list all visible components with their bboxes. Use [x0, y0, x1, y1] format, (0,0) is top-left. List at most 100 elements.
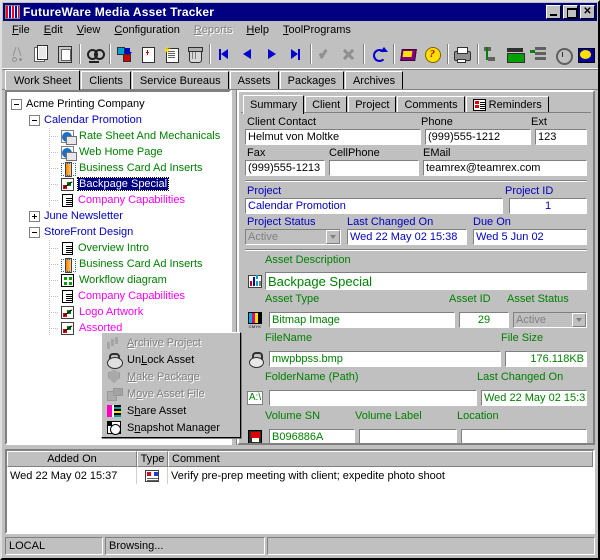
tab-work-sheet[interactable]: Work Sheet [5, 70, 81, 90]
toolbar-new-asset-button[interactable] [160, 43, 182, 67]
menu-configuration[interactable]: Configuration [107, 22, 186, 38]
foldername-input[interactable] [269, 390, 477, 406]
menu-help[interactable]: Help [239, 22, 276, 38]
floppy-disk-icon [245, 428, 265, 443]
collapse-minus-icon[interactable] [29, 114, 40, 126]
toolbar-last-record-button[interactable] [284, 43, 306, 67]
asset-status-select[interactable]: Active [513, 312, 587, 328]
tree-item-business-card-ad-inserts[interactable]: Business Card Ad Inserts [11, 256, 229, 273]
comments-column-comment[interactable]: Comment [168, 451, 593, 467]
toolbar-cancel-button[interactable] [337, 43, 359, 67]
minimize-button[interactable] [546, 5, 561, 19]
client-contact-input[interactable]: Helmut von Moltke [245, 129, 421, 145]
toolbar-copy-button[interactable] [29, 43, 51, 67]
collapse-minus-icon[interactable] [11, 98, 22, 110]
detail-tab-client[interactable]: Client [305, 96, 348, 113]
toolbar-outline-button[interactable] [527, 43, 549, 67]
menu-view[interactable]: View [70, 22, 108, 38]
toolbar-address-book-button[interactable] [397, 43, 419, 67]
menu-file[interactable]: File [5, 22, 37, 38]
tree-item-workflow-diagram[interactable]: Workflow diagram [11, 272, 229, 288]
tab-assets[interactable]: Assets [229, 71, 279, 89]
toolbar-refresh-button[interactable] [367, 43, 389, 67]
cellphone-input[interactable] [329, 160, 419, 176]
tab-packages[interactable]: Packages [279, 71, 344, 89]
context-menu-unlock-asset[interactable]: UnLock Asset [103, 351, 239, 369]
tab-service-bureaus[interactable]: Service Bureaus [131, 71, 229, 89]
tree-item-overview-intro[interactable]: Overview Intro [11, 240, 229, 256]
toolbar-help-button[interactable]: ? [421, 43, 443, 67]
tree-item-web-home-page[interactable]: Web Home Page [11, 144, 229, 161]
toolbar-paste-button[interactable] [53, 43, 75, 67]
collapse-minus-icon[interactable] [29, 226, 40, 238]
tree-item-company-capabilities[interactable]: Company Capabilities [11, 288, 229, 304]
tab-archives[interactable]: Archives [344, 71, 404, 89]
detail-tab-summary[interactable]: Summary [243, 95, 305, 114]
tree-item-storefront-design[interactable]: StoreFront Design [11, 224, 229, 240]
phone-input[interactable]: (999)555-1212 [425, 129, 531, 145]
detail-tab-project[interactable]: Project [348, 96, 397, 113]
toolbar-collapse-tree-button[interactable] [504, 43, 526, 67]
detail-tab-comments[interactable]: Comments [397, 96, 465, 113]
toolbar-find-button[interactable] [83, 43, 105, 67]
tree-item-rate-sheet-and-mechanicals[interactable]: Rate Sheet And Mechanicals [11, 128, 229, 145]
asset-type-input[interactable]: Bitmap Image [269, 312, 455, 328]
tab-clients[interactable]: Clients [81, 71, 131, 89]
detail-tab-reminders[interactable]: Reminders [465, 96, 549, 113]
toolbar-delete-button[interactable] [183, 43, 205, 67]
location-input[interactable] [461, 429, 587, 443]
comments-column-added-on[interactable]: Added On [7, 451, 137, 467]
toolbar-first-record-button[interactable] [213, 43, 235, 67]
chevron-down-icon-2[interactable] [572, 313, 586, 327]
toolbar-print-button[interactable] [451, 43, 473, 67]
table-row[interactable]: Wed 22 May 02 15:37 Verify pre-prep meeti… [7, 467, 593, 484]
asset-context-menu[interactable]: Archive Project UnLock Asset Make Package M… [101, 332, 241, 438]
project-last-changed-input[interactable]: Wed 22 May 02 15:38 [347, 229, 467, 245]
project-status-select[interactable]: Active [245, 229, 341, 245]
toolbar-new-document-button[interactable] [136, 43, 158, 67]
menu-toolprograms[interactable]: ToolPrograms [276, 22, 358, 38]
tree-item-acme-printing-company[interactable]: Acme Printing Company [11, 96, 229, 112]
tree-item-business-card-ad-inserts[interactable]: Business Card Ad Inserts [11, 160, 229, 177]
project-due-input[interactable]: Wed 5 Jun 02 [473, 229, 587, 245]
expand-plus-icon[interactable] [29, 210, 40, 222]
tree-item-calendar-promotion[interactable]: Calendar Promotion [11, 112, 229, 128]
toolbar-cut-button[interactable] [6, 43, 28, 67]
toolbar-next-record-button[interactable] [260, 43, 282, 67]
toolbar-insert-record-button[interactable] [113, 43, 135, 67]
ext-input[interactable]: 123 [535, 129, 587, 145]
project-id-input[interactable]: 1 [509, 198, 587, 214]
volume-sn-input[interactable]: B096886A [269, 429, 355, 443]
tree-item-june-newsletter[interactable]: June Newsletter [11, 208, 229, 224]
fax-input[interactable]: (999)555-1213 [245, 160, 325, 176]
toolbar-web-publish-button[interactable] [574, 43, 596, 67]
toolbar-previous-record-button[interactable] [237, 43, 259, 67]
email-input[interactable]: teamrex@teamrex.com [423, 160, 587, 176]
volume-label-input[interactable] [359, 429, 457, 443]
comments-column-type[interactable]: Type [137, 451, 168, 467]
chevron-down-icon[interactable] [326, 230, 340, 244]
close-button[interactable]: ✕ [580, 5, 595, 19]
package-shield-icon [105, 369, 123, 385]
folder-label-row: FolderName (Path) Last Changed On [245, 371, 587, 389]
maximize-button[interactable] [563, 5, 578, 19]
context-menu-share-asset[interactable]: Share Asset [103, 402, 239, 419]
toolbar-expand-tree-button[interactable] [481, 43, 503, 67]
chart-image-icon [61, 177, 74, 191]
asset-id-input[interactable]: 29 [459, 312, 509, 328]
toolbar-confirm-button[interactable] [314, 43, 336, 67]
tree-item-logo-artwork[interactable]: Logo Artwork [11, 304, 229, 320]
filename-input[interactable]: mwpbpss.bmp [269, 351, 501, 367]
context-menu-snapshot-manager[interactable]: Snapshot Manager [103, 419, 239, 436]
project-name-input[interactable]: Calendar Promotion [245, 198, 503, 214]
context-menu-label: Archive Project [127, 336, 201, 349]
tree-item-company-capabilities[interactable]: Company Capabilities [11, 192, 229, 208]
tree-item-backpage-special[interactable]: Backpage Special [11, 176, 229, 192]
asset-description-input[interactable]: Backpage Special [265, 272, 587, 290]
3d-object-icon [61, 257, 76, 273]
toolbar-timer-button[interactable] [551, 43, 573, 67]
menu-edit[interactable]: Edit [37, 22, 70, 38]
comments-grid[interactable]: Added On Type Comment Wed 22 May 02 15:37 V… [5, 449, 595, 534]
